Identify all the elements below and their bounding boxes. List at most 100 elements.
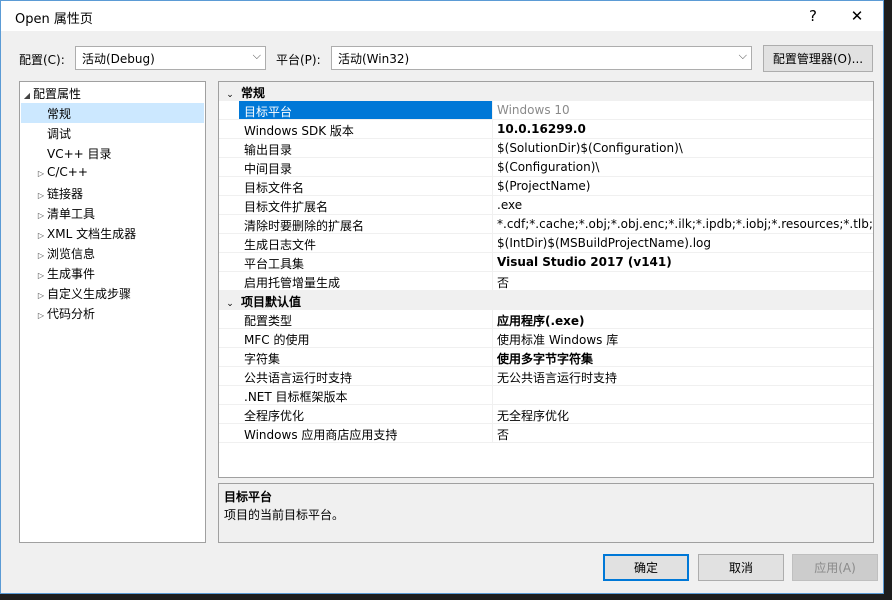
expand-triangle-icon[interactable]: ▷ xyxy=(35,311,47,320)
configuration-label: 配置(C): xyxy=(19,53,65,67)
property-row[interactable]: 目标平台 Windows 10 xyxy=(219,101,873,120)
property-row[interactable]: 输出目录 $(SolutionDir)$(Configuration)\ xyxy=(219,139,873,158)
property-name[interactable]: Windows 应用商店应用支持 xyxy=(239,424,493,442)
property-value[interactable]: *.cdf;*.cache;*.obj;*.obj.enc;*.ilk;*.ip… xyxy=(493,215,873,233)
property-tree[interactable]: ◢ 配置属性 常规 调试 VC++ 目录 ▷ C/C++ ▷ 链接器 ▷ 清单工具 ▷ XML 文档生… xyxy=(19,81,206,543)
configuration-dropdown[interactable]: 活动(Debug) ⌵ xyxy=(75,46,266,70)
property-name[interactable]: 目标平台 xyxy=(239,101,493,119)
property-name[interactable]: Windows SDK 版本 xyxy=(239,120,493,138)
ok-button[interactable]: 确定 xyxy=(603,554,689,581)
expand-triangle-icon[interactable]: ▷ xyxy=(35,211,47,220)
property-value[interactable]: $(Configuration)\ xyxy=(493,158,873,176)
property-value[interactable]: $(SolutionDir)$(Configuration)\ xyxy=(493,139,873,157)
expand-triangle-icon[interactable]: ▷ xyxy=(35,231,47,240)
property-value[interactable]: 否 xyxy=(493,424,873,442)
apply-button[interactable]: 应用(A) xyxy=(792,554,878,581)
property-row[interactable]: Windows 应用商店应用支持否 xyxy=(219,424,873,443)
property-value[interactable]: 使用标准 Windows 库 xyxy=(493,329,873,347)
property-pages-dialog: Open 属性页 ? ✕ 配置(C): 活动(Debug) ⌵ 平台(P): 活… xyxy=(0,0,884,594)
tree-item[interactable]: ▷ 链接器 xyxy=(21,183,204,203)
property-value[interactable]: .exe xyxy=(493,196,873,214)
platform-dropdown[interactable]: 活动(Win32) ⌵ xyxy=(331,46,752,70)
description-panel: 目标平台 项目的当前目标平台。 xyxy=(218,483,874,543)
property-name[interactable]: 公共语言运行时支持 xyxy=(239,367,493,385)
property-name[interactable]: 生成日志文件 xyxy=(239,234,493,252)
expand-triangle-icon[interactable]: ▷ xyxy=(35,169,47,178)
expanded-triangle-icon[interactable]: ◢ xyxy=(21,91,33,100)
property-row[interactable]: 目标文件名 $(ProjectName) xyxy=(219,177,873,196)
grid-category[interactable]: ⌄ 项目默认值 xyxy=(219,291,873,310)
tree-item-label: 代码分析 xyxy=(47,307,96,321)
property-value[interactable]: 无全程序优化 xyxy=(493,405,873,423)
tree-item-label: XML 文档生成器 xyxy=(47,227,137,241)
property-name[interactable]: 目标文件扩展名 xyxy=(239,196,493,214)
property-name[interactable]: 清除时要删除的扩展名 xyxy=(239,215,493,233)
property-row[interactable]: 清除时要删除的扩展名 *.cdf;*.cache;*.obj;*.obj.enc;… xyxy=(219,215,873,234)
tree-item[interactable]: 常规 xyxy=(21,103,204,123)
tree-item[interactable]: ▷ 生成事件 xyxy=(21,263,204,283)
property-row[interactable]: 公共语言运行时支持 无公共语言运行时支持 xyxy=(219,367,873,386)
property-value[interactable] xyxy=(493,386,873,404)
property-row[interactable]: Windows SDK 版本 10.0.16299.0 xyxy=(219,120,873,139)
property-value[interactable]: 10.0.16299.0 xyxy=(493,120,873,138)
collapse-chevron-icon[interactable]: ⌄ xyxy=(219,90,241,100)
tree-item-label: 常规 xyxy=(47,107,72,121)
property-row[interactable]: MFC 的使用 使用标准 Windows 库 xyxy=(219,329,873,348)
window-title: Open 属性页 xyxy=(15,12,93,27)
tree-item-label: 生成事件 xyxy=(47,267,96,281)
tree-item[interactable]: ▷ XML 文档生成器 xyxy=(21,223,204,243)
property-name[interactable]: 全程序优化 xyxy=(239,405,493,423)
platform-value: 活动(Win32) xyxy=(338,52,410,66)
property-row[interactable]: 中间目录 $(Configuration)\ xyxy=(219,158,873,177)
property-value[interactable]: 无公共语言运行时支持 xyxy=(493,367,873,385)
help-button[interactable]: ? xyxy=(791,1,835,31)
property-name[interactable]: 中间目录 xyxy=(239,158,493,176)
grid-category-label: 常规 xyxy=(241,86,266,100)
property-value[interactable]: 应用程序(.exe) xyxy=(493,310,873,328)
grid-category[interactable]: ⌄ 常规 xyxy=(219,82,873,101)
collapse-chevron-icon[interactable]: ⌄ xyxy=(219,299,241,309)
property-row[interactable]: 平台工具集 Visual Studio 2017 (v141) xyxy=(219,253,873,272)
tree-item[interactable]: ▷ 浏览信息 xyxy=(21,243,204,263)
property-name[interactable]: MFC 的使用 xyxy=(239,329,493,347)
property-value[interactable]: 否 xyxy=(493,272,873,290)
tree-item[interactable]: ▷ 代码分析 xyxy=(21,303,204,323)
property-name[interactable]: 输出目录 xyxy=(239,139,493,157)
tree-item[interactable]: ▷ C/C++ xyxy=(21,163,204,183)
description-text: 项目的当前目标平台。 xyxy=(224,508,345,522)
property-name[interactable]: 平台工具集 xyxy=(239,253,493,271)
property-grid[interactable]: ⌄ 常规 目标平台 Windows 10 Windows SDK 版本 10.0.1629… xyxy=(218,81,874,478)
property-row[interactable]: 字符集 使用多字节字符集 xyxy=(219,348,873,367)
expand-triangle-icon[interactable]: ▷ xyxy=(35,191,47,200)
config-manager-button[interactable]: 配置管理器(O)... xyxy=(763,45,873,72)
property-value[interactable]: $(ProjectName) xyxy=(493,177,873,195)
description-title: 目标平台 xyxy=(224,490,273,504)
property-value[interactable]: Visual Studio 2017 (v141) xyxy=(493,253,873,271)
cancel-button[interactable]: 取消 xyxy=(698,554,784,581)
tree-item-label: 浏览信息 xyxy=(47,247,96,261)
property-row[interactable]: 目标文件扩展名 .exe xyxy=(219,196,873,215)
tree-item[interactable]: ▷ 清单工具 xyxy=(21,203,204,223)
property-name[interactable]: 启用托管增量生成 xyxy=(239,272,493,290)
close-icon[interactable]: ✕ xyxy=(835,1,879,31)
property-value[interactable]: $(IntDir)$(MSBuildProjectName).log xyxy=(493,234,873,252)
expand-triangle-icon[interactable]: ▷ xyxy=(35,251,47,260)
property-row[interactable]: 全程序优化 无全程序优化 xyxy=(219,405,873,424)
property-name[interactable]: .NET 目标框架版本 xyxy=(239,386,493,404)
property-row[interactable]: 启用托管增量生成否 xyxy=(219,272,873,291)
tree-item[interactable]: ▷ 自定义生成步骤 xyxy=(21,283,204,303)
tree-root[interactable]: ◢ 配置属性 xyxy=(21,83,204,103)
property-value[interactable]: Windows 10 xyxy=(493,101,873,119)
property-name[interactable]: 配置类型 xyxy=(239,310,493,328)
property-row[interactable]: 配置类型 应用程序(.exe) xyxy=(219,310,873,329)
property-name[interactable]: 字符集 xyxy=(239,348,493,366)
expand-triangle-icon[interactable]: ▷ xyxy=(35,291,47,300)
title-bar: Open 属性页 ? ✕ xyxy=(1,1,883,31)
property-row[interactable]: 生成日志文件 $(IntDir)$(MSBuildProjectName).log xyxy=(219,234,873,253)
property-row[interactable]: .NET 目标框架版本 xyxy=(219,386,873,405)
tree-item[interactable]: 调试 xyxy=(21,123,204,143)
tree-item[interactable]: VC++ 目录 xyxy=(21,143,204,163)
property-value[interactable]: 使用多字节字符集 xyxy=(493,348,873,366)
property-name[interactable]: 目标文件名 xyxy=(239,177,493,195)
expand-triangle-icon[interactable]: ▷ xyxy=(35,271,47,280)
